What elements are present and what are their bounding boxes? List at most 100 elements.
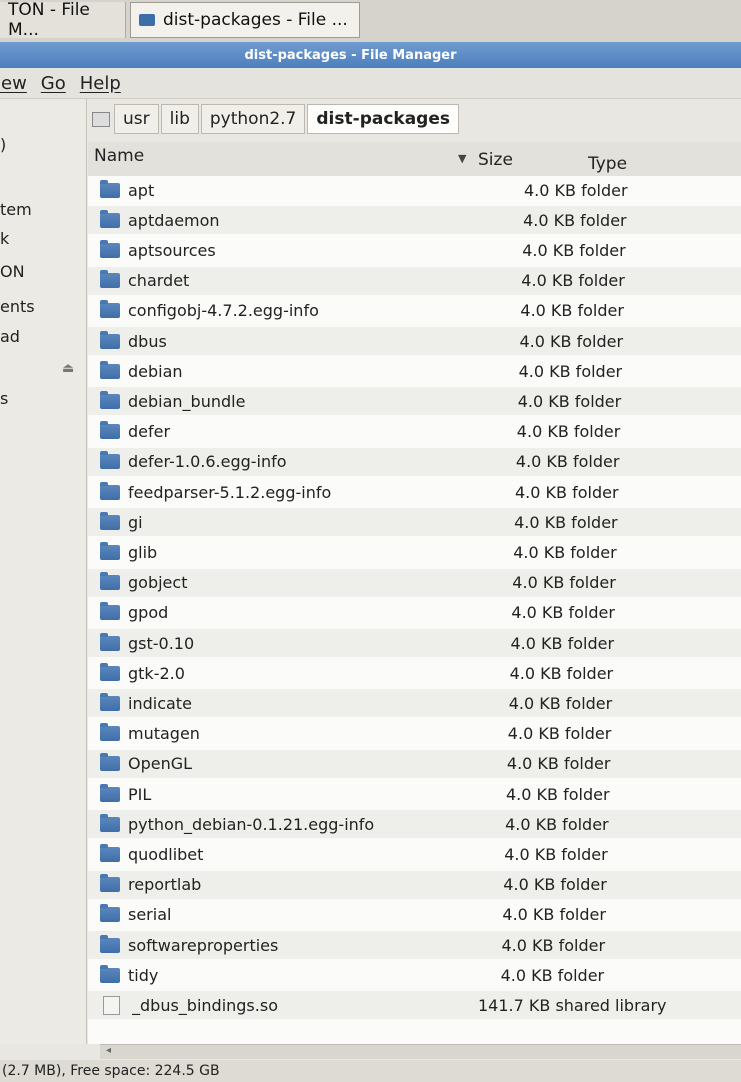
file-row[interactable]: quodlibet 4.0 KB folder [88,840,741,868]
status-bar: (2.7 MB), Free space: 224.5 GB [0,1060,741,1082]
file-name: gst-0.10 [128,633,195,653]
file-row[interactable]: _dbus_bindings.so 141.7 KB shared library [88,991,741,1020]
side-item[interactable]: ) [0,135,6,154]
menu-view[interactable]: iew [0,73,27,94]
file-size-type: 4.0 KB folder [515,482,619,502]
side-item-download[interactable]: ad [0,327,20,346]
folder-icon [100,179,120,198]
file-size-type: 4.0 KB folder [522,240,626,260]
eject-icon[interactable]: ⏏ [62,361,74,376]
menu-help[interactable]: Help [80,73,121,94]
file-size-type: 4.0 KB folder [506,754,611,774]
folder-icon [100,421,120,440]
file-row[interactable]: debian 4.0 KB folder [88,357,741,385]
file-row[interactable]: gpod 4.0 KB folder [88,599,741,627]
folder-icon [100,813,120,832]
window-title: dist-packages - File Manager [244,47,457,63]
file-name: quodlibet [128,844,204,864]
file-name: gobject [128,573,188,593]
taskbar-tab-dist-packages[interactable]: dist-packages - File ... [130,2,360,38]
file-name: debian [128,361,183,381]
file-row[interactable]: gtk-2.0 4.0 KB folder [88,659,741,687]
file-row[interactable]: apt 4.0 KB folder [88,176,741,204]
file-row[interactable]: configobj-4.7.2.egg-info 4.0 KB folder [88,297,741,325]
file-name: defer-1.0.6.egg-info [128,452,287,472]
path-crumb-lib[interactable]: lib [160,104,199,134]
file-size-type: 4.0 KB folder [515,452,620,472]
file-size-type: 4.0 KB folder [508,693,613,713]
file-name: defer [128,422,171,442]
file-row[interactable]: chardet 4.0 KB folder [88,266,741,295]
file-row[interactable]: indicate 4.0 KB folder [88,689,741,718]
file-name: configobj-4.7.2.egg-info [128,301,319,321]
file-size-type: 4.0 KB folder [516,422,621,442]
path-crumb-usr[interactable]: usr [114,104,159,134]
scroll-left-icon[interactable]: ◂ [106,1045,111,1056]
file-name: aptdaemon [128,210,220,230]
horizontal-scrollbar[interactable]: ◂ [100,1044,741,1059]
file-row[interactable]: softwareproperties 4.0 KB folder [88,931,741,959]
taskbar: TON - File M... dist-packages - File ... [0,0,741,43]
folder-icon [139,14,155,26]
taskbar-tab-label: TON - File M... [8,0,90,40]
file-row[interactable]: gi 4.0 KB folder [88,508,741,537]
folder-icon [100,511,120,530]
file-list[interactable]: apt 4.0 KB folder aptdaemon 4.0 KB folder ap… [88,176,741,1044]
file-name: mutagen [128,724,200,744]
side-item-volume[interactable]: ON [0,262,25,281]
file-size-type: 4.0 KB folder [503,875,607,895]
file-row[interactable]: aptsources 4.0 KB folder [88,236,741,264]
column-name-header[interactable]: Name [94,146,144,166]
taskbar-tab-file-manager-1[interactable]: TON - File M... [0,0,126,40]
file-name: gtk-2.0 [128,663,185,683]
file-row[interactable]: glib 4.0 KB folder [88,538,741,566]
file-name: reportlab [128,875,202,895]
folder-icon [100,572,120,591]
path-crumb-dist-packages[interactable]: dist-packages [307,104,459,134]
file-row[interactable]: gst-0.10 4.0 KB folder [88,629,741,657]
root-drive-icon[interactable] [92,111,110,127]
folder-icon [100,270,120,289]
folder-icon [100,451,120,470]
menu-go[interactable]: Go [41,73,66,94]
file-row[interactable]: feedparser-5.1.2.egg-info 4.0 KB folder [88,478,741,506]
file-row[interactable]: aptdaemon 4.0 KB folder [88,206,741,235]
file-name: PIL [128,784,152,804]
folder-icon [100,783,120,802]
file-size-type: 4.0 KB folder [502,905,606,925]
file-row[interactable]: PIL 4.0 KB folder [88,780,741,808]
status-text: (2.7 MB), Free space: 224.5 GB [2,1063,220,1079]
file-row[interactable]: gobject 4.0 KB folder [88,568,741,597]
file-row[interactable]: debian_bundle 4.0 KB folder [88,387,741,416]
side-item-filesystem[interactable]: tem [0,200,32,219]
column-size-header[interactable]: Size [478,150,513,170]
file-row[interactable]: defer 4.0 KB folder [88,418,741,446]
file-row[interactable]: serial 4.0 KB folder [88,901,741,929]
file-size-type: 4.0 KB folder [505,814,609,834]
file-row[interactable]: mutagen 4.0 KB folder [88,720,741,748]
folder-icon [100,330,120,349]
file-name: serial [128,905,172,925]
file-row[interactable]: dbus 4.0 KB folder [88,327,741,355]
file-size-type: 4.0 KB folder [523,210,627,230]
file-name: tidy [128,965,159,985]
side-item-bookmark[interactable]: s [0,389,8,408]
path-crumb-python27[interactable]: python2.7 [200,104,306,134]
file-row[interactable]: defer-1.0.6.egg-info 4.0 KB folder [88,447,741,476]
file-icon [103,995,120,1015]
file-name: gpod [128,603,169,623]
side-item-documents[interactable]: ents [0,297,35,316]
file-row[interactable]: python_debian-0.1.21.egg-info 4.0 KB fold… [88,810,741,839]
file-row[interactable]: OpenGL 4.0 KB folder [88,749,741,778]
file-size-type: 4.0 KB folder [509,663,614,683]
file-row[interactable]: reportlab 4.0 KB folder [88,870,741,899]
folder-icon [100,723,120,742]
menubar: iew Go Help [0,68,741,99]
side-item-desktop[interactable]: k [0,229,9,248]
column-header: Name ▼ Size Type [88,142,741,177]
file-row[interactable]: tidy 4.0 KB folder [88,961,741,989]
folder-icon [100,602,120,621]
column-type-header[interactable]: Type [588,154,627,174]
window-titlebar[interactable]: dist-packages - File Manager [0,42,741,68]
file-name: chardet [128,271,190,291]
